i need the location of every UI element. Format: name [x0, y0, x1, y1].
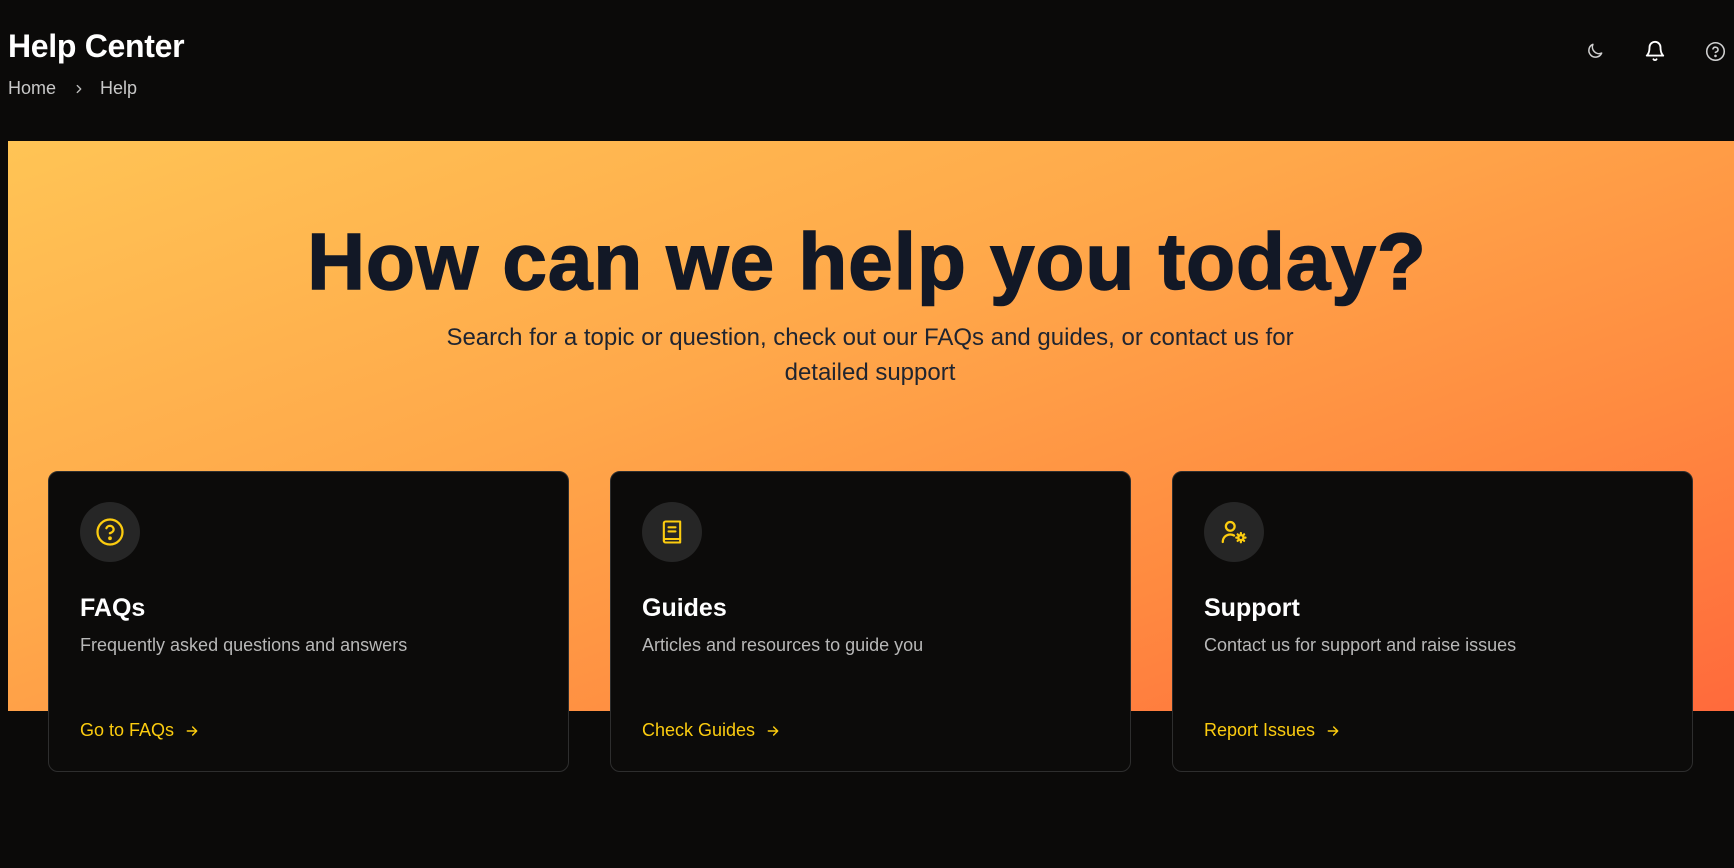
chevron-right-icon	[72, 82, 86, 96]
book-icon	[642, 502, 702, 562]
card-description: Articles and resources to guide you	[642, 635, 924, 655]
help-circle-icon[interactable]	[1702, 38, 1728, 64]
card-title: Guides	[642, 594, 727, 622]
card-description: Contact us for support and raise issues	[1204, 635, 1517, 655]
moon-icon[interactable]	[1582, 38, 1608, 64]
arrow-right-icon	[765, 723, 781, 739]
go-to-faqs-link[interactable]: Go to FAQs	[80, 720, 200, 741]
user-gear-icon	[1204, 502, 1264, 562]
hero-subtitle: Search for a topic or question, check ou…	[446, 324, 1294, 386]
card-link-label: Report Issues	[1204, 720, 1316, 740]
topbar-actions	[1548, 38, 1734, 64]
card-link-label: Go to FAQs	[80, 720, 175, 740]
report-issues-link[interactable]: Report Issues	[1204, 720, 1341, 741]
page-header: Help Center Home Help	[8, 26, 185, 99]
check-guides-link[interactable]: Check Guides	[642, 720, 781, 741]
card-title: FAQs	[80, 594, 146, 622]
page-title: Help Center	[8, 28, 185, 64]
card-description: Frequently asked questions and answers	[80, 635, 408, 655]
breadcrumb-home[interactable]: Home	[8, 78, 56, 99]
question-circle-icon	[80, 502, 140, 562]
card-support: Support Contact us for support and raise…	[1172, 471, 1693, 772]
hero-title: How can we help you today?	[307, 216, 1427, 307]
card-title: Support	[1204, 594, 1300, 622]
card-link-label: Check Guides	[642, 720, 756, 740]
card-guides: Guides Articles and resources to guide y…	[610, 471, 1131, 772]
arrow-right-icon	[184, 723, 200, 739]
breadcrumb: Home Help	[8, 78, 184, 99]
arrow-right-icon	[1325, 723, 1341, 739]
breadcrumb-help: Help	[100, 78, 138, 98]
card-faqs: FAQs Frequently asked questions and answ…	[48, 471, 569, 772]
bell-icon[interactable]	[1642, 38, 1668, 64]
